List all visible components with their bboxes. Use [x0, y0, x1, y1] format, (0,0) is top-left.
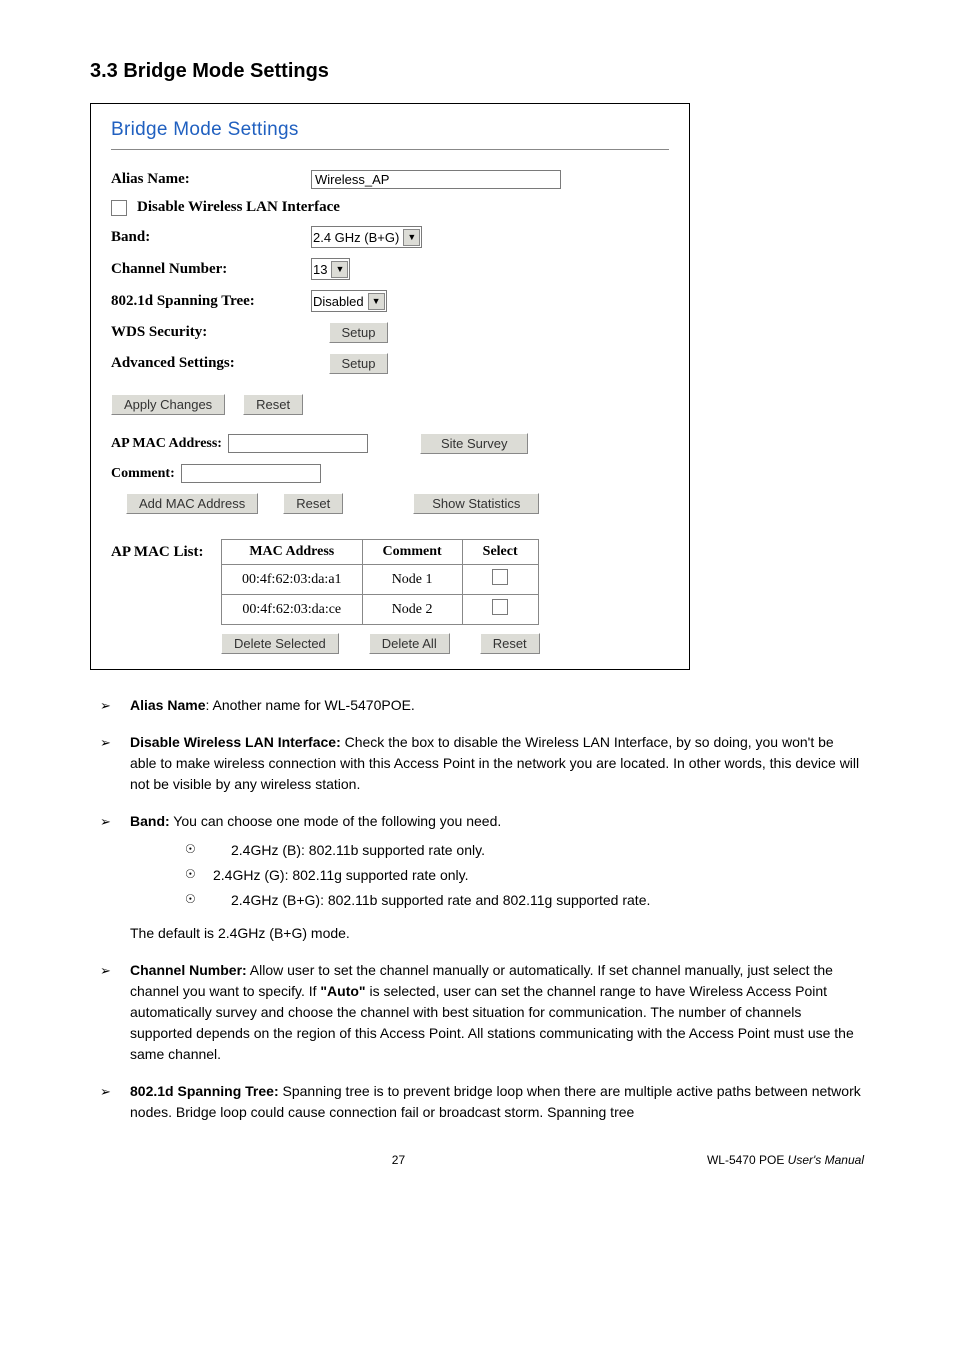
advanced-settings-label: Advanced Settings: [111, 355, 311, 372]
reset-button-2[interactable]: Reset [283, 493, 343, 514]
bullet-channel: Channel Number: Allow user to set the ch… [130, 960, 864, 1065]
bullet-icon [100, 695, 130, 716]
chevron-down-icon: ▼ [403, 229, 420, 246]
alias-name-label: Alias Name: [111, 171, 311, 188]
site-survey-button[interactable]: Site Survey [420, 433, 528, 454]
delete-all-button[interactable]: Delete All [369, 633, 450, 654]
bullet-icon [100, 960, 130, 1065]
page-footer: 27 WL-5470 POE User's Manual [90, 1153, 864, 1167]
alias-name-input[interactable] [311, 170, 561, 189]
panel-title: Bridge Mode Settings [111, 119, 669, 141]
reset-button-3[interactable]: Reset [480, 633, 540, 654]
table-row: 00:4f:62:03:da:a1 Node 1 [222, 565, 539, 595]
add-mac-address-button[interactable]: Add MAC Address [126, 493, 258, 514]
bullet-icon [100, 732, 130, 795]
bullet-spanning-tree: 802.1d Spanning Tree: Spanning tree is t… [130, 1081, 864, 1123]
disable-wlan-checkbox[interactable] [111, 200, 127, 216]
comment-label: Comment: [111, 466, 175, 482]
row-select-checkbox[interactable] [492, 569, 508, 585]
channel-number-label: Channel Number: [111, 261, 311, 278]
reset-button[interactable]: Reset [243, 394, 303, 415]
table-header-select: Select [462, 540, 538, 565]
band-select[interactable]: 2.4 GHz (B+G) ▼ [311, 226, 422, 248]
wds-setup-button[interactable]: Setup [329, 322, 389, 343]
table-header-mac: MAC Address [222, 540, 363, 565]
bullet-icon [100, 811, 130, 944]
show-statistics-button[interactable]: Show Statistics [413, 493, 539, 514]
ap-mac-address-label: AP MAC Address: [111, 436, 222, 452]
spanning-tree-label: 802.1d Spanning Tree: [111, 293, 311, 310]
ap-mac-table: MAC Address Comment Select 00:4f:62:03:d… [221, 539, 539, 625]
settings-panel: Bridge Mode Settings Alias Name: Disable… [90, 103, 690, 670]
chevron-down-icon: ▼ [331, 261, 348, 278]
bullet-disable-wlan: Disable Wireless LAN Interface: Check th… [130, 732, 864, 795]
ap-mac-list-label: AP MAC List: [111, 539, 221, 654]
subbullet-icon [185, 890, 213, 911]
ap-mac-address-input[interactable] [228, 434, 368, 453]
divider [111, 149, 669, 150]
spanning-tree-select[interactable]: Disabled ▼ [311, 290, 387, 312]
subbullet-icon [185, 840, 213, 861]
apply-changes-button[interactable]: Apply Changes [111, 394, 225, 415]
row-select-checkbox[interactable] [492, 599, 508, 615]
table-header-comment: Comment [362, 540, 462, 565]
bullet-icon [100, 1081, 130, 1123]
page-number: 27 [392, 1153, 405, 1167]
section-heading: 3.3 Bridge Mode Settings [90, 60, 864, 83]
bullet-alias: Alias Name: Another name for WL-5470POE. [130, 695, 415, 716]
band-label: Band: [111, 229, 311, 246]
subbullet-icon [185, 865, 213, 886]
delete-selected-button[interactable]: Delete Selected [221, 633, 339, 654]
table-row: 00:4f:62:03:da:ce Node 2 [222, 595, 539, 625]
bullet-band: Band: You can choose one mode of the fol… [130, 811, 650, 944]
wds-security-label: WDS Security: [111, 324, 311, 341]
advanced-setup-button[interactable]: Setup [329, 353, 389, 374]
channel-number-select[interactable]: 13 ▼ [311, 258, 350, 280]
disable-wlan-label: Disable Wireless LAN Interface [137, 199, 340, 216]
chevron-down-icon: ▼ [368, 293, 385, 310]
comment-input[interactable] [181, 464, 321, 483]
